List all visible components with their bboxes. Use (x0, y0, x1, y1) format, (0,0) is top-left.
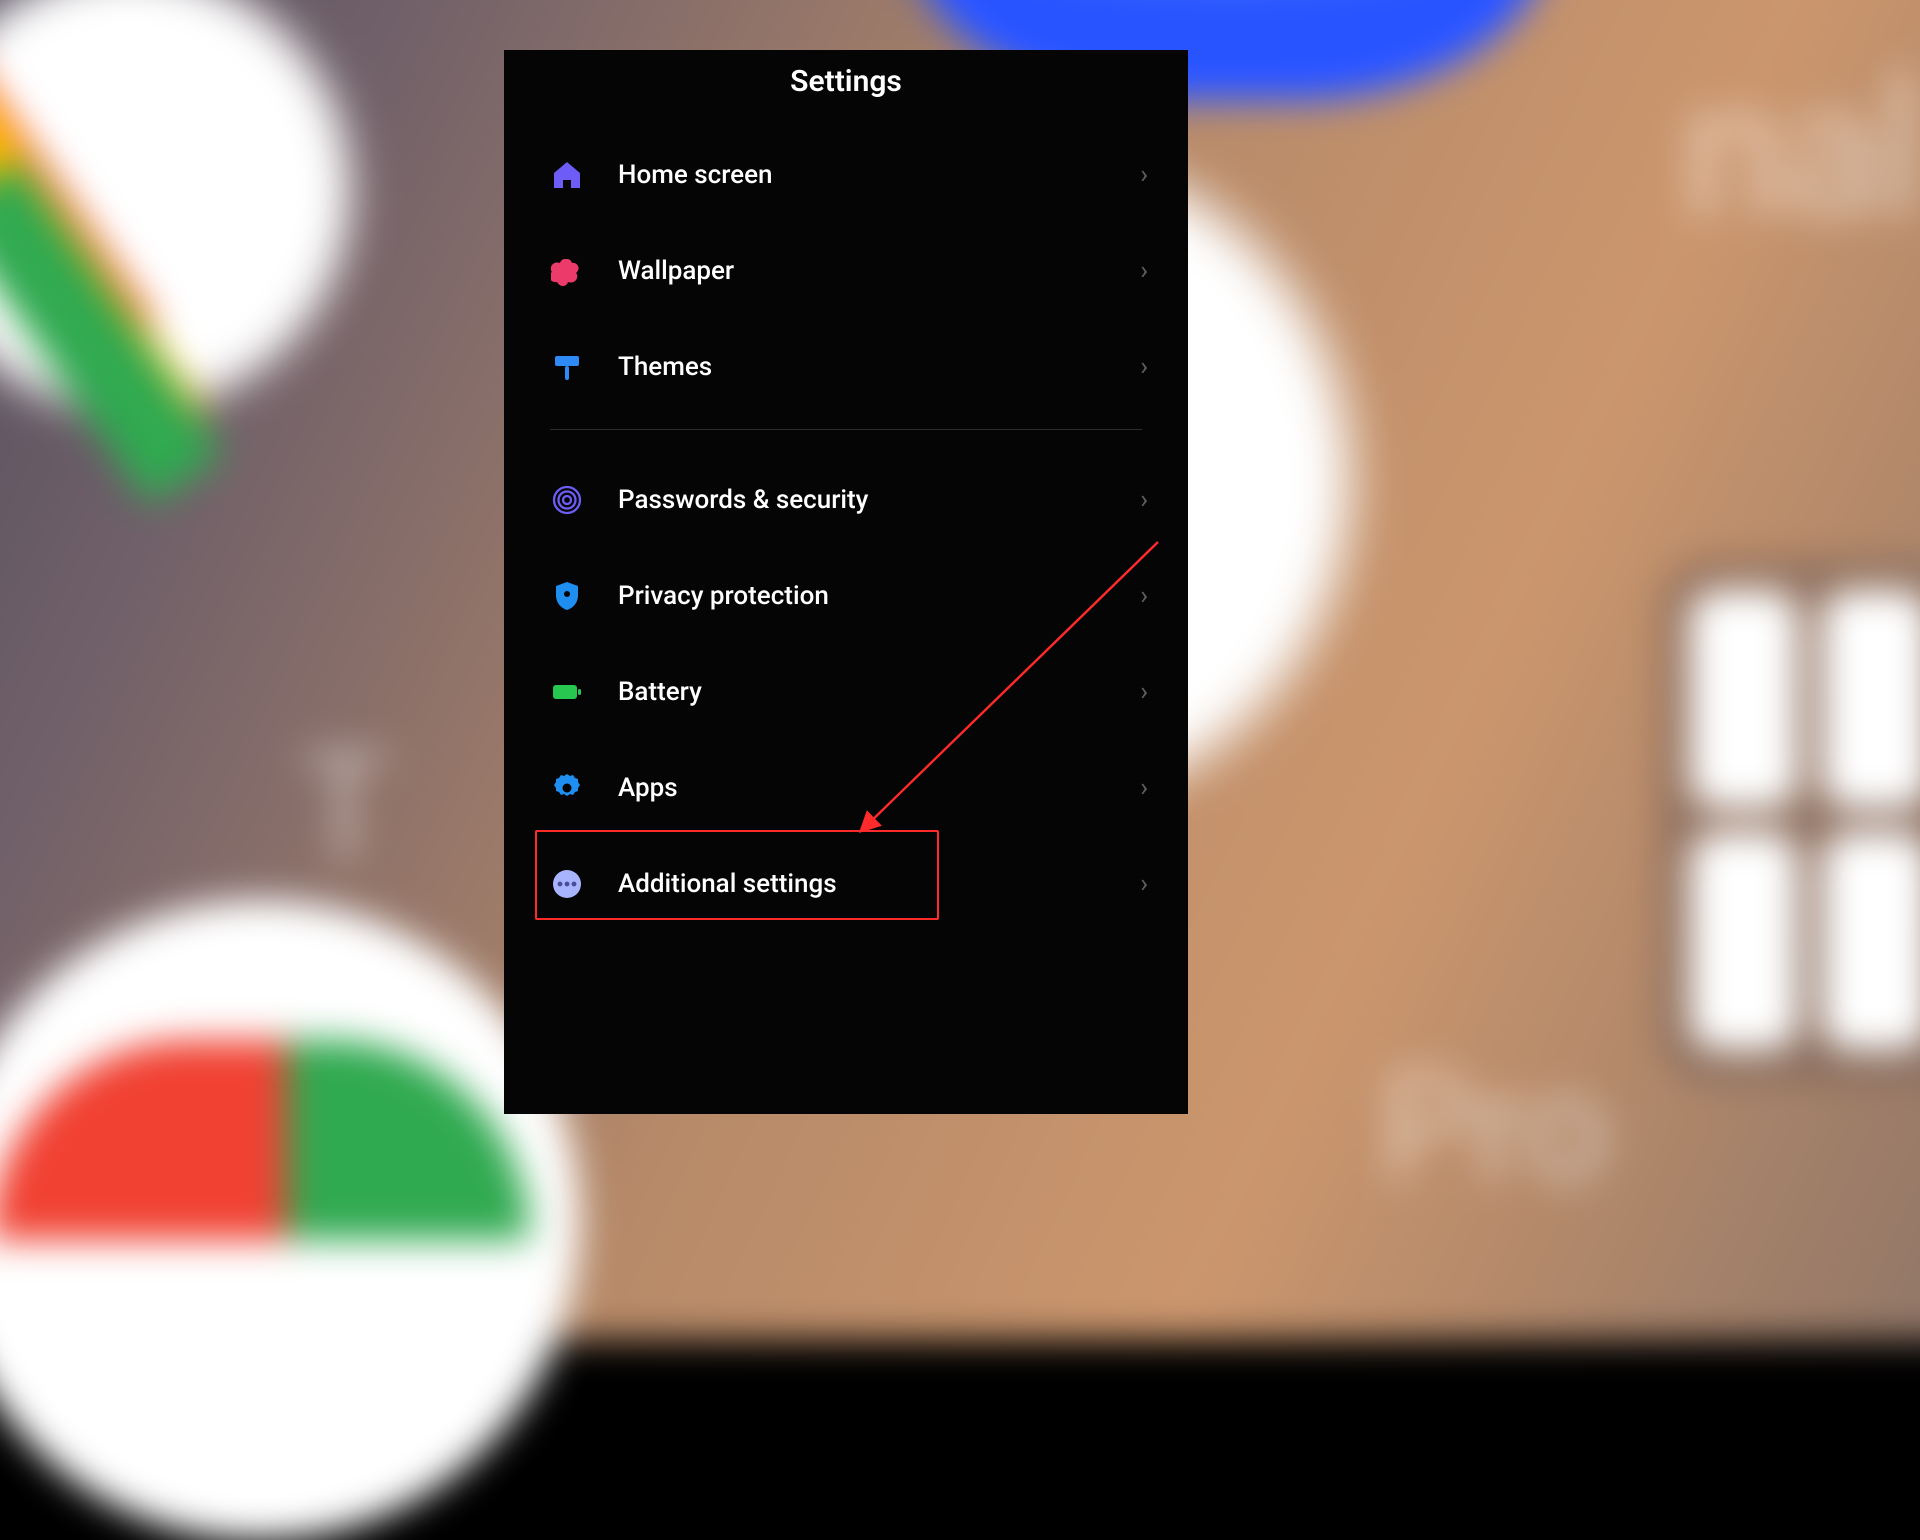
settings-item-label: Passwords & security (618, 485, 868, 515)
chevron-right-icon: › (1140, 773, 1148, 803)
settings-item-label: Additional settings (618, 869, 837, 899)
chevron-right-icon: › (1140, 677, 1148, 707)
settings-panel: Settings Home screen › Wallpaper › Theme… (504, 50, 1188, 1114)
paint-roller-icon (550, 350, 584, 384)
settings-item-label: Wallpaper (618, 256, 734, 286)
home-icon (550, 158, 584, 192)
separator (550, 429, 1142, 430)
settings-item-label: Themes (618, 352, 712, 382)
gear-icon (550, 771, 584, 805)
ellipsis-icon (550, 867, 584, 901)
battery-icon (550, 675, 584, 709)
settings-item-privacy-protection[interactable]: Privacy protection › (504, 548, 1188, 644)
chevron-right-icon: › (1140, 581, 1148, 611)
flower-icon (550, 254, 584, 288)
chevron-right-icon: › (1140, 485, 1148, 515)
settings-item-additional-settings[interactable]: Additional settings › (504, 836, 1188, 932)
settings-item-passwords-security[interactable]: Passwords & security › (504, 452, 1188, 548)
settings-item-themes[interactable]: Themes › (504, 319, 1188, 415)
settings-item-label: Battery (618, 677, 702, 707)
settings-item-home-screen[interactable]: Home screen › (504, 127, 1188, 223)
chevron-right-icon: › (1140, 256, 1148, 286)
settings-item-wallpaper[interactable]: Wallpaper › (504, 223, 1188, 319)
chevron-right-icon: › (1140, 869, 1148, 899)
chevron-right-icon: › (1140, 352, 1148, 382)
settings-item-label: Privacy protection (618, 581, 829, 611)
settings-item-label: Home screen (618, 160, 772, 190)
chevron-right-icon: › (1140, 160, 1148, 190)
page-title: Settings (504, 64, 1188, 99)
settings-item-apps[interactable]: Apps › (504, 740, 1188, 836)
settings-item-label: Apps (618, 773, 678, 803)
shield-icon (550, 579, 584, 613)
settings-item-battery[interactable]: Battery › (504, 644, 1188, 740)
fingerprint-icon (550, 483, 584, 517)
